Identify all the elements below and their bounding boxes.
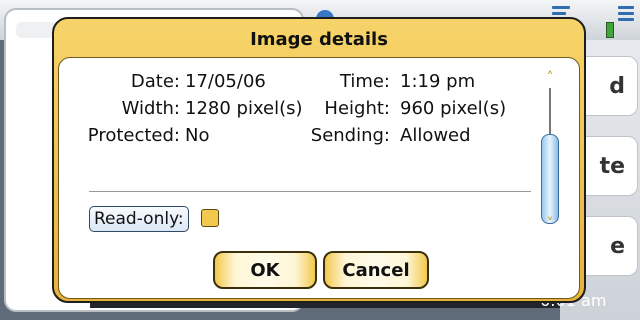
read-only-label[interactable]: Read-only:: [89, 206, 189, 232]
dialog-title: Image details: [250, 29, 388, 50]
details-row-date-time: Date: 17/05/06 Time: 1:19 pm: [59, 70, 529, 94]
scroll-thumb[interactable]: [541, 134, 559, 224]
time-label: Time:: [339, 71, 390, 92]
height-value: 960 pixel(s): [400, 98, 507, 119]
background-button-1-label: d: [609, 73, 625, 99]
battery-icon: [606, 22, 614, 38]
scrollbar[interactable]: ˄ ˅: [537, 71, 563, 231]
protected-label: Protected:: [87, 125, 180, 146]
ok-button[interactable]: OK: [213, 251, 317, 289]
chevron-down-icon[interactable]: ˅: [543, 217, 557, 231]
divider: [89, 191, 531, 192]
sending-label: Sending:: [310, 125, 390, 146]
read-only-checkbox[interactable]: [201, 209, 219, 227]
height-label: Height:: [324, 98, 390, 119]
details-row-protected-sending: Protected: No Sending: Allowed: [59, 124, 529, 148]
background-button-3-label: e: [610, 233, 625, 259]
protected-value: No: [185, 125, 210, 146]
battery-level-icon: [618, 6, 636, 28]
cancel-button[interactable]: Cancel: [323, 251, 429, 289]
chevron-up-icon[interactable]: ˄: [543, 71, 557, 85]
width-label: Width:: [121, 98, 180, 119]
background-button-2-label: te: [599, 153, 625, 179]
dialog-body: Date: 17/05/06 Time: 1:19 pm Width: 1280…: [58, 57, 580, 299]
time-value: 1:19 pm: [400, 71, 476, 92]
image-details-dialog: Image details Date: 17/05/06 Time: 1:19 …: [52, 17, 586, 303]
sending-value: Allowed: [400, 125, 471, 146]
date-value: 17/05/06: [185, 71, 266, 92]
details-row-width-height: Width: 1280 pixel(s) Height: 960 pixel(s…: [59, 97, 529, 121]
width-value: 1280 pixel(s): [185, 98, 303, 119]
date-label: Date:: [130, 71, 180, 92]
